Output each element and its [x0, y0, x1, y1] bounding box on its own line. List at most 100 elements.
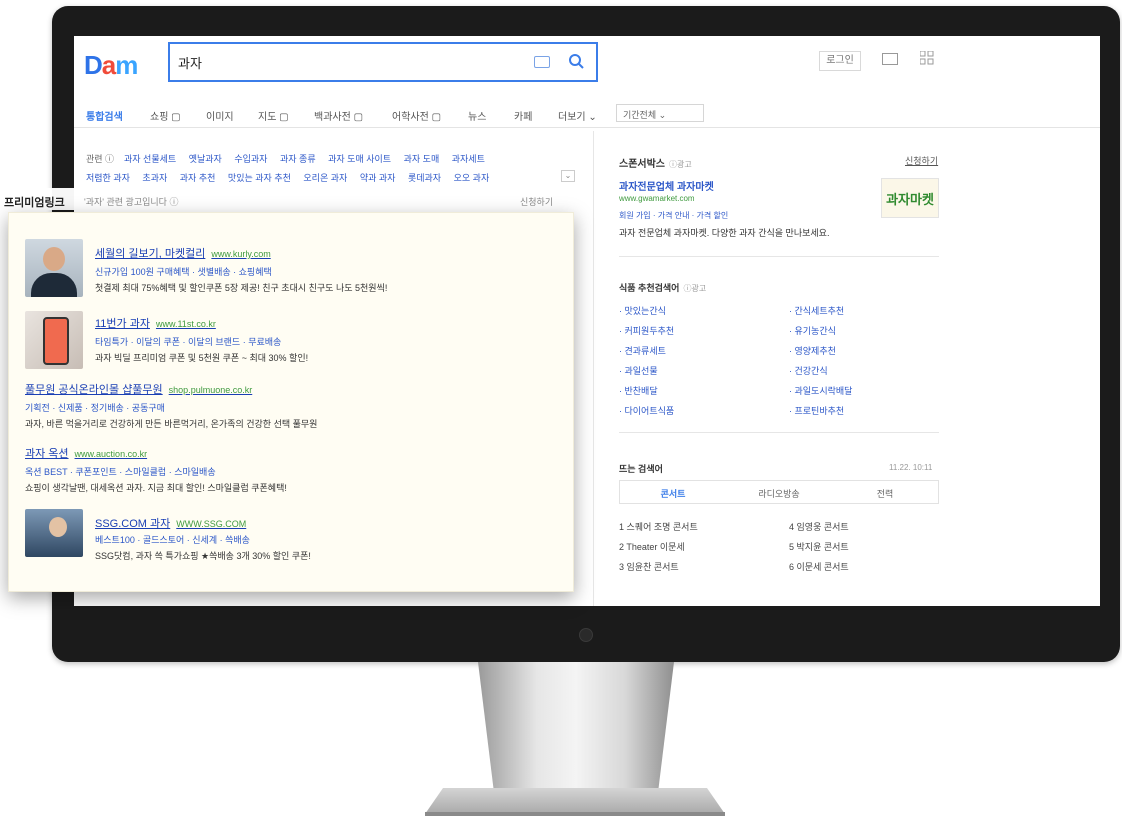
sponsor-tags[interactable]: 회원 가입 · 가격 안내 · 가격 할인 [619, 210, 728, 221]
sponsor-header: 스폰서박스 ⓘ광고 [619, 154, 692, 172]
related-link[interactable]: 초과자 [142, 173, 167, 183]
ad-url: www.auction.co.kr [74, 449, 148, 459]
tab-map[interactable]: 지도 ▢ [258, 108, 289, 123]
premium-apply-link[interactable]: 신청하기 [520, 195, 553, 208]
tab-all[interactable]: 통합검색 [86, 108, 123, 123]
food-keyword[interactable]: · 과일선물 [619, 364, 658, 377]
ad-tags[interactable]: 신규가입 100원 구매혜택 · 샛별배송 · 쇼핑혜택 [95, 265, 272, 278]
trending-tabs: 콘서트 라디오방송 전력 [619, 480, 939, 504]
keyboard-icon[interactable] [534, 56, 550, 68]
ad-url: www.kurly.com [211, 249, 271, 259]
sponsor-site-title[interactable]: 과자전문업체 과자마켓 [619, 178, 714, 193]
trending-timestamp: 11.22. 10:11 [889, 463, 933, 472]
ad-thumbnail[interactable] [25, 509, 83, 557]
tab-images[interactable]: 이미지 [206, 108, 234, 123]
related-link[interactable]: 과자 종류 [280, 154, 316, 164]
tab-dictionary[interactable]: 어학사전 ▢ [392, 108, 441, 123]
sponsor-description: 과자 전문업체 과자마켓. 다양한 과자 간식을 만나보세요. [619, 228, 830, 238]
food-keyword[interactable]: · 과일도시락배달 [789, 384, 852, 397]
related-link[interactable]: 과자 선물세트 [124, 154, 176, 164]
food-keyword[interactable]: · 커피원두추천 [619, 324, 674, 337]
apps-grid-icon[interactable] [920, 51, 934, 65]
food-keyword[interactable]: · 다이어트식품 [619, 404, 674, 417]
tab-cafe[interactable]: 카페 [514, 108, 532, 123]
food-keyword[interactable]: · 건강간식 [789, 364, 828, 377]
ad-description: 첫결제 최대 75%혜택 및 할인쿠폰 5장 제공! 친구 초대시 친구도 나도… [95, 283, 388, 293]
ad-thumbnail[interactable] [25, 311, 83, 369]
tab-shopping[interactable]: 쇼핑 ▢ [150, 108, 181, 123]
daum-logo[interactable]: Dam [84, 50, 138, 81]
related-link[interactable]: 맛있는 과자 추천 [228, 173, 291, 183]
ad-title-link[interactable]: 세월의 길보기, 마켓컬리 www.kurly.com [95, 245, 271, 261]
ad-title-link[interactable]: 11번가 과자 www.11st.co.kr [95, 315, 216, 331]
search-tabs: 통합검색 쇼핑 ▢ 이미지 지도 ▢ 백과사전 ▢ 어학사전 ▢ 뉴스 카페 더… [74, 100, 1100, 128]
related-link[interactable]: 오리온 과자 [303, 173, 347, 183]
related-link[interactable]: 롯데과자 [408, 173, 441, 183]
related-link[interactable]: 과자세트 [452, 154, 485, 164]
column-divider [593, 131, 594, 606]
ad-tags[interactable]: 베스트100 · 골드스토어 · 신세계 · 쓱배송 [95, 533, 250, 546]
divider [619, 256, 939, 257]
food-keyword[interactable]: · 간식세트추천 [789, 304, 844, 317]
ad-title-link[interactable]: 풀무원 공식온라인몰 샵풀무원 shop.pulmuone.co.kr [25, 381, 252, 397]
related-row-2: 저렴한 과자 초과자 과자 추천 맛있는 과자 추천 오리온 과자 약과 과자 … [86, 171, 499, 184]
ad-tags[interactable]: 기획전 · 신제품 · 정기배송 · 공동구매 [25, 401, 165, 414]
sponsor-logo[interactable]: 과자마켓 [881, 178, 939, 218]
trending-tab-radio[interactable]: 라디오방송 [726, 487, 832, 500]
food-keyword[interactable]: · 영양제추천 [789, 344, 836, 357]
webcam-dot [579, 628, 593, 642]
tab-encyclopedia[interactable]: 백과사전 ▢ [314, 108, 363, 123]
sponsor-apply-link[interactable]: 신청하기 [905, 154, 938, 167]
sponsor-url[interactable]: www.gwamarket.com [619, 194, 695, 203]
food-keyword[interactable]: · 맛있는간식 [619, 304, 666, 317]
divider [619, 432, 939, 433]
ad-title-link[interactable]: SSG.COM 과자 WWW.SSG.COM [95, 515, 246, 531]
ad-tags[interactable]: 옥션 BEST · 쿠폰포인트 · 스마일클럽 · 스마일배송 [25, 465, 216, 478]
related-link[interactable]: 과자 도매 사이트 [328, 154, 391, 164]
related-link[interactable]: 약과 과자 [360, 173, 396, 183]
related-link[interactable]: 오오 과자 [454, 173, 490, 183]
food-keyword[interactable]: · 프로틴바추천 [789, 404, 844, 417]
related-link[interactable]: 수입과자 [234, 154, 267, 164]
period-select[interactable]: 기간전체 ⌄ [616, 104, 704, 122]
premium-link-subtitle: '과자' 관련 광고입니다 ⓘ [84, 197, 179, 207]
monitor-base [425, 788, 725, 814]
ad-description: 과자 빅딜 프리미엄 쿠폰 및 5천원 쿠폰 ~ 최대 30% 할인! [95, 353, 309, 363]
trending-item[interactable]: 6 이문세 콘서트 [789, 560, 849, 573]
related-link[interactable]: 과자 도매 [404, 154, 440, 164]
related-link[interactable]: 저렴한 과자 [86, 173, 130, 183]
trending-item[interactable]: 3 임윤찬 콘서트 [619, 560, 679, 573]
mail-icon[interactable] [882, 53, 898, 65]
tab-news[interactable]: 뉴스 [468, 108, 486, 123]
search-box[interactable] [168, 42, 598, 82]
food-title: 식품 추천검색어 [619, 283, 680, 293]
ad-url: shop.pulmuone.co.kr [168, 385, 253, 395]
tab-more[interactable]: 더보기 ⌄ [558, 108, 597, 123]
trending-item[interactable]: 4 임영웅 콘서트 [789, 520, 849, 533]
ad-description: 과자, 바른 먹을거리로 건강하게 만든 바른먹거리, 온가족의 건강한 선택 … [25, 419, 318, 429]
ad-description: 쇼핑이 생각날땐, 대세옥션 과자. 지금 최대 할인! 스마일클럽 쿠폰혜택! [25, 483, 287, 493]
food-keyword[interactable]: · 유기농간식 [789, 324, 836, 337]
ad-tags[interactable]: 타임특가 · 이달의 쿠폰 · 이달의 브랜드 · 무료배송 [95, 335, 281, 348]
related-link[interactable]: 옛날과자 [189, 154, 222, 164]
search-input[interactable] [178, 52, 508, 72]
sponsor-ad-badge: ⓘ광고 [669, 160, 692, 169]
food-header: 식품 추천검색어 ⓘ광고 [619, 278, 706, 296]
login-button[interactable]: 로그인 [819, 51, 861, 71]
trending-item[interactable]: 5 박지윤 콘서트 [789, 540, 849, 553]
ad-description: SSG닷컴, 과자 쓱 특가쇼핑 ★쓱배송 3개 30% 할인 쿠폰! [95, 551, 311, 561]
trending-item[interactable]: 1 스퀘어 조명 콘서트 [619, 520, 698, 533]
related-link[interactable]: 과자 추천 [180, 173, 216, 183]
related-expand-toggle[interactable]: ⌄ [561, 170, 575, 182]
food-keyword[interactable]: · 반찬배달 [619, 384, 658, 397]
trending-item[interactable]: 2 Theater 이문세 [619, 540, 685, 553]
ad-title-link[interactable]: 과자 옥션 www.auction.co.kr [25, 445, 147, 461]
premium-link-title: 프리미엄링크 [4, 197, 65, 209]
premium-link-card: 세월의 길보기, 마켓컬리 www.kurly.com 신규가입 100원 구매혜… [8, 212, 574, 592]
trending-tab-concert[interactable]: 콘서트 [620, 487, 726, 500]
search-icon[interactable] [568, 53, 584, 69]
sponsor-title: 스폰서박스 [619, 159, 665, 170]
ad-thumbnail[interactable] [25, 239, 83, 297]
trending-tab-power[interactable]: 전력 [832, 487, 938, 500]
food-keyword[interactable]: · 견과류세트 [619, 344, 666, 357]
